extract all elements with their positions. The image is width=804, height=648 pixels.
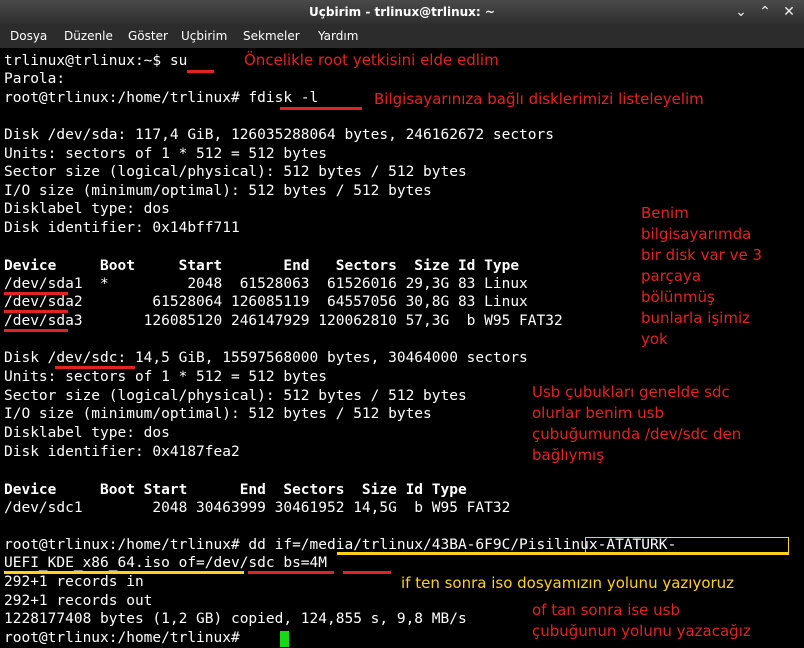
terminal-line: 1228177408 bytes (1,2 GB) copied, 124,85… — [4, 611, 467, 627]
menu-dosya[interactable]: Dosya — [10, 29, 47, 43]
underline-sda1 — [4, 292, 68, 295]
terminal-line: 292+1 records out — [4, 593, 153, 609]
terminal-line: Disk identifier: 0x14bff711 — [4, 220, 240, 236]
annotation-my-disk: Benim bilgisayarımda bir disk var ve 3 p… — [641, 204, 763, 348]
annotation-usb: Usb çubukları genelde sdc olurlar benim … — [532, 383, 742, 464]
underline-sdc — [55, 366, 135, 369]
title-bar: Uçbirim - trlinux@trlinux: ~ ⌄ ⌃ ✕ — [0, 0, 804, 24]
terminal-line: Disk identifier: 0x4187fea2 — [4, 444, 240, 460]
terminal-line: Sector size (logical/physical): 512 byte… — [4, 164, 467, 180]
window-title: Uçbirim - trlinux@trlinux: ~ — [309, 5, 495, 19]
terminal-line: I/O size (minimum/optimal): 512 bytes / … — [4, 406, 432, 422]
maximize-icon[interactable]: ⌃ — [756, 3, 774, 21]
partition-row: /dev/sda1 * 2048 61528063 61526016 29,3G… — [4, 276, 528, 292]
terminal-line: Disk /dev/sdc: 14,5 GiB, 15597568000 byt… — [4, 350, 528, 366]
partition-table-header: Device Boot Start End Sectors Size Id Ty… — [4, 482, 467, 498]
annotation-of-path: of tan sonra ise usb çubuğunun yolunu ya… — [532, 601, 751, 640]
close-icon[interactable]: ✕ — [780, 3, 798, 21]
menu-goster[interactable]: Göster — [128, 29, 168, 43]
terminal-line: Disklabel type: dos — [4, 201, 170, 217]
partition-row: /dev/sdc1 2048 30463999 30461952 14,5G b… — [4, 500, 511, 516]
terminal-line: trlinux@trlinux:~$ su — [4, 53, 188, 69]
terminal-line: Units: sectors of 1 * 512 = 512 bytes — [4, 146, 328, 162]
underline-if-path-2 — [4, 571, 244, 574]
menu-duzenle[interactable]: Düzenle — [64, 29, 113, 43]
minimize-icon[interactable]: ⌄ — [732, 3, 750, 21]
menu-ucbirim[interactable]: Uçbirim — [181, 29, 227, 43]
menu-bar: Dosya Düzenle Göster Uçbirim Sekmeler Ya… — [0, 24, 804, 49]
partition-table-header: Device Boot Start End Sectors Size Id Ty… — [4, 258, 520, 274]
terminal-line: Units: sectors of 1 * 512 = 512 bytes — [4, 369, 328, 385]
dd-command-line: UEFI_KDE_x86_64.iso of=/dev/sdc bs=4M — [4, 555, 328, 571]
underline-su — [187, 70, 214, 73]
underline-sda3 — [4, 329, 68, 332]
underline-fdisk — [280, 107, 362, 110]
menu-sekmeler[interactable]: Sekmeler — [243, 29, 300, 43]
underline-of-path — [248, 571, 334, 574]
terminal-line: I/O size (minimum/optimal): 512 bytes / … — [4, 183, 432, 199]
underline-if-path-1 — [337, 552, 789, 555]
underline-bs — [343, 571, 391, 574]
menu-yardim[interactable]: Yardım — [318, 29, 358, 43]
terminal-line: Parola: — [4, 71, 66, 87]
annotation-if-path: if ten sonra iso dosyamızın yolunu yazıy… — [401, 574, 735, 592]
terminal-line: 292+1 records in — [4, 574, 144, 590]
partition-row: /dev/sda3 126085120 246147929 120062810 … — [4, 313, 563, 329]
partition-row: /dev/sda2 61528064 126085119 64557056 30… — [4, 294, 528, 310]
terminal-line: Disk /dev/sda: 117,4 GiB, 126035288064 b… — [4, 127, 554, 143]
terminal-line: Sector size (logical/physical): 512 byte… — [4, 388, 467, 404]
annotation-root: Öncelikle root yetkisini elde edlim — [244, 51, 499, 69]
terminal-line: root@trlinux:/home/trlinux# fdisk -l — [4, 90, 319, 106]
annotation-list-disks: Bilgisayarınıza bağlı disklerimizi liste… — [374, 90, 704, 108]
terminal-cursor — [280, 631, 289, 647]
terminal-line: Disklabel type: dos — [4, 425, 170, 441]
underline-sda2 — [4, 310, 68, 313]
terminal-prompt[interactable]: root@trlinux:/home/trlinux# — [4, 629, 248, 647]
